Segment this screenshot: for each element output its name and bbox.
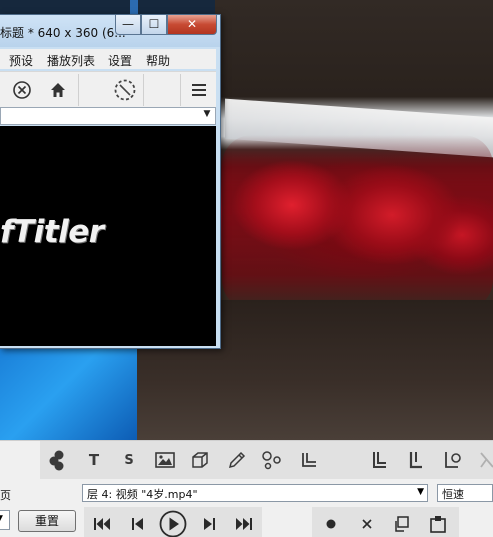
pencil-icon[interactable] (224, 448, 250, 472)
menu-settings[interactable]: 设置 (108, 52, 132, 69)
delete-x-icon[interactable] (358, 513, 376, 535)
particles-icon[interactable] (259, 448, 285, 472)
hamburger-menu-icon[interactable] (184, 76, 214, 104)
layer-select[interactable]: 层 4: 视频 "4岁.mp4" ▼ (82, 484, 428, 502)
step-back-icon[interactable] (128, 513, 148, 535)
maximize-button[interactable]: ☐ (141, 15, 167, 35)
home-icon[interactable] (43, 76, 73, 104)
cube-icon[interactable] (187, 448, 213, 472)
minimize-button[interactable]: — (115, 15, 141, 35)
record-dot-icon[interactable] (322, 513, 340, 535)
preview-window: 标题 * 640 x 360 (6... — ☐ ✕ 预设 播放列表 设置 帮助… (0, 14, 221, 349)
preview-toolbar (0, 71, 216, 107)
preview-preset-select[interactable]: ▼ (0, 107, 216, 125)
title-preview-canvas: fTitler (0, 126, 216, 346)
menu-bar: 预设 播放列表 设置 帮助 (0, 49, 216, 69)
speed-select-value: 恒速 (442, 488, 464, 501)
row-label: 页 (0, 489, 11, 502)
text-t-icon[interactable]: T (81, 448, 107, 472)
safe-frame-icon[interactable] (110, 76, 140, 104)
speed-select[interactable]: 恒速 (437, 484, 493, 502)
chevron-down-icon: ▼ (417, 487, 424, 497)
toolbar-separator (143, 74, 144, 106)
step-forward-icon[interactable] (199, 513, 219, 535)
layer-link-icon-3[interactable] (440, 448, 466, 472)
play-icon[interactable] (157, 510, 189, 537)
menu-help[interactable]: 帮助 (146, 52, 170, 69)
window-titlebar[interactable]: 标题 * 640 x 360 (6... — ☐ ✕ (0, 15, 220, 47)
paste-icon[interactable] (428, 513, 448, 535)
preview-logo-text: fTitler (0, 214, 104, 250)
desktop-wallpaper (0, 345, 137, 440)
layer-link-icon-2[interactable] (403, 448, 429, 472)
menu-playlist[interactable]: 播放列表 (47, 52, 95, 69)
skip-to-end-icon[interactable] (234, 513, 254, 535)
stop-circle-x-icon[interactable] (7, 76, 37, 104)
small-select[interactable]: ▼ (0, 510, 10, 530)
skip-to-start-icon[interactable] (92, 513, 112, 535)
copy-icon[interactable] (391, 513, 411, 535)
disabled-tool-icon (474, 448, 493, 472)
cake-jelly-layer (222, 135, 493, 310)
menu-presets[interactable]: 预设 (9, 52, 33, 69)
layer-select-value: 层 4: 视频 "4岁.mp4" (87, 488, 198, 501)
blob-shape-icon[interactable] (45, 448, 71, 472)
window-title: 标题 * 640 x 360 (6... (0, 26, 126, 40)
close-button[interactable]: ✕ (167, 15, 217, 35)
chevron-down-icon: ▼ (203, 109, 211, 119)
toolbar-separator (78, 74, 79, 106)
text-s-icon[interactable]: S (116, 448, 142, 472)
layer-link-icon[interactable] (367, 448, 393, 472)
toolbar-separator (180, 74, 181, 106)
chevron-down-icon: ▼ (0, 514, 3, 524)
reset-button[interactable]: 重置 (18, 510, 76, 532)
image-icon[interactable] (152, 448, 178, 472)
layer-corner-icon[interactable] (296, 448, 322, 472)
